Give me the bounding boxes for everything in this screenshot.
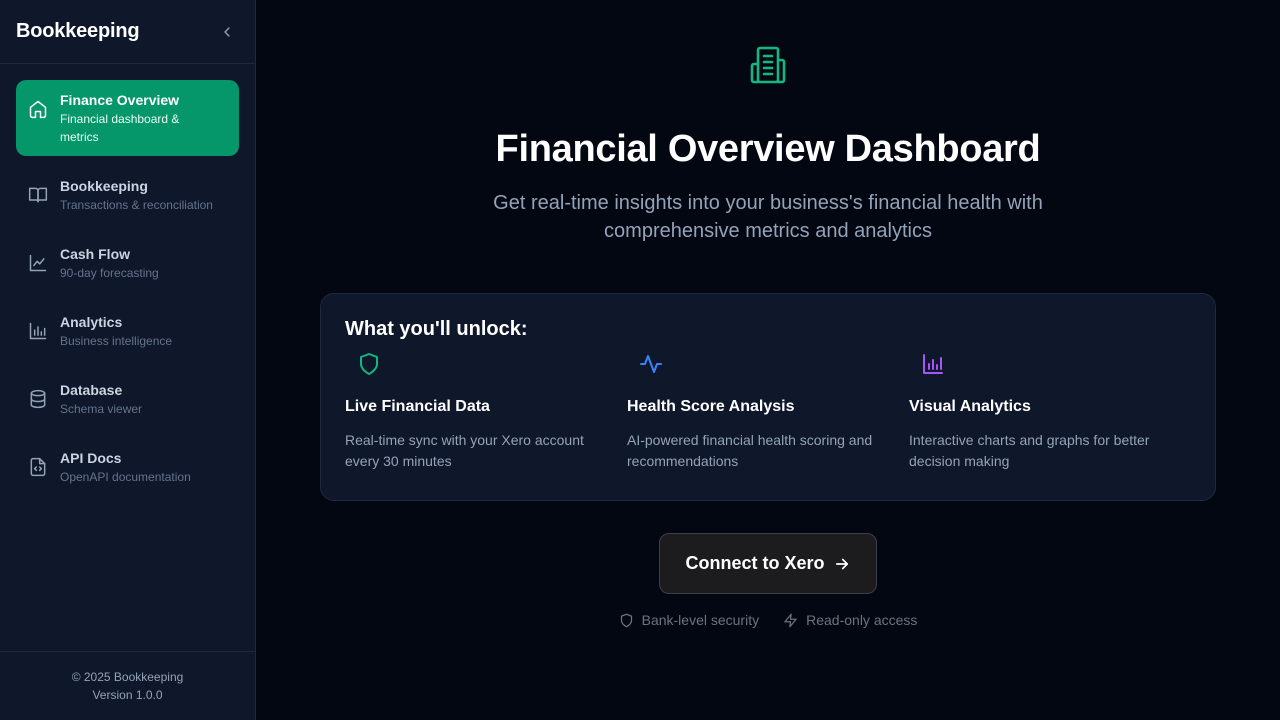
sidebar-item-sublabel: Transactions & reconciliation [60,198,213,212]
features-list: Live Financial Data Real-time sync with … [345,348,1191,472]
sidebar-item-cash-flow[interactable]: Cash Flow 90-day forecasting [16,234,239,292]
code-file-icon [30,457,46,477]
feature-description: Interactive charts and graphs for better… [909,432,1150,469]
sidebar-item-finance-overview[interactable]: Finance Overview Financial dashboard & m… [16,80,239,156]
trust-item-security: Bank-level security [619,612,760,628]
sidebar-item-sublabel: Schema viewer [60,402,143,416]
zap-icon [784,613,797,627]
arrow-right-icon [835,558,848,569]
sidebar-item-label: Analytics [60,314,123,330]
trust-label: Read-only access [806,612,918,628]
feature-title: Visual Analytics [909,398,1031,415]
copyright-text: © 2025 Bookkeeping [71,670,184,684]
sidebar-item-analytics[interactable]: Analytics Business intelligence [16,302,239,360]
sidebar-item-label: API Docs [60,450,122,466]
building-icon [750,46,786,84]
app-title: Bookkeeping [16,20,140,42]
feature-health-score: Health Score Analysis AI-powered financi… [627,348,909,472]
connect-xero-button[interactable]: Connect to Xero [659,533,877,594]
sidebar-item-label: Cash Flow [60,246,131,262]
shield-icon [620,613,632,627]
sidebar-header: Bookkeeping [0,0,255,64]
home-icon [29,100,47,119]
book-icon [28,187,48,203]
unlock-title: What you'll unlock: [345,318,528,340]
sidebar-nav: Finance Overview Financial dashboard & m… [0,64,255,522]
sidebar: Bookkeeping Finance Overview Financial d… [0,0,256,720]
feature-visual-analytics: Visual Analytics Interactive charts and … [909,348,1191,472]
feature-description: Real-time sync with your Xero account ev… [345,432,584,469]
sidebar-item-label: Finance Overview [60,92,180,108]
chevron-left-icon [224,26,230,37]
bar-chart-icon [29,322,47,340]
page-subtitle: Get real-time insights into your busines… [493,192,1043,242]
feature-title: Live Financial Data [345,398,490,415]
trust-label: Bank-level security [641,612,760,628]
feature-live-data: Live Financial Data Real-time sync with … [345,348,627,472]
sidebar-item-database[interactable]: Database Schema viewer [16,370,239,428]
feature-icon-wrap [909,348,957,380]
sidebar-item-api-docs[interactable]: API Docs OpenAPI documentation [16,438,239,496]
shield-icon [360,353,378,375]
sidebar-item-label: Bookkeeping [60,178,148,194]
sidebar-item-sublabel: 90-day forecasting [60,266,159,280]
bar-chart-icon [923,354,943,374]
sidebar-item-label: Database [60,382,123,398]
feature-title: Health Score Analysis [627,398,795,415]
sidebar-item-sublabel: Financial dashboard & metrics [60,112,180,144]
trust-indicators: Bank-level security Read-only access [256,612,1280,628]
sidebar-item-sublabel: OpenAPI documentation [60,470,191,484]
trust-item-readonly: Read-only access [783,612,917,628]
feature-icon-wrap [627,348,675,380]
version-text: Version 1.0.0 [92,688,163,702]
unlock-card: What you'll unlock: Live Financial Data … [320,293,1216,501]
sidebar-item-sublabel: Business intelligence [60,334,173,348]
sidebar-item-bookkeeping[interactable]: Bookkeeping Transactions & reconciliatio… [16,166,239,224]
feature-icon-wrap [345,348,393,380]
collapse-sidebar-button[interactable] [215,20,239,44]
main-content: Financial Overview Dashboard Get real-ti… [256,0,1280,720]
page-title: Financial Overview Dashboard [495,128,1041,170]
line-chart-icon [29,254,47,272]
feature-description: AI-powered financial health scoring and … [627,432,873,469]
connect-xero-label: Connect to Xero [685,553,825,573]
sidebar-footer: © 2025 Bookkeeping Version 1.0.0 [0,651,255,720]
database-icon [30,389,46,409]
activity-icon [640,355,662,373]
